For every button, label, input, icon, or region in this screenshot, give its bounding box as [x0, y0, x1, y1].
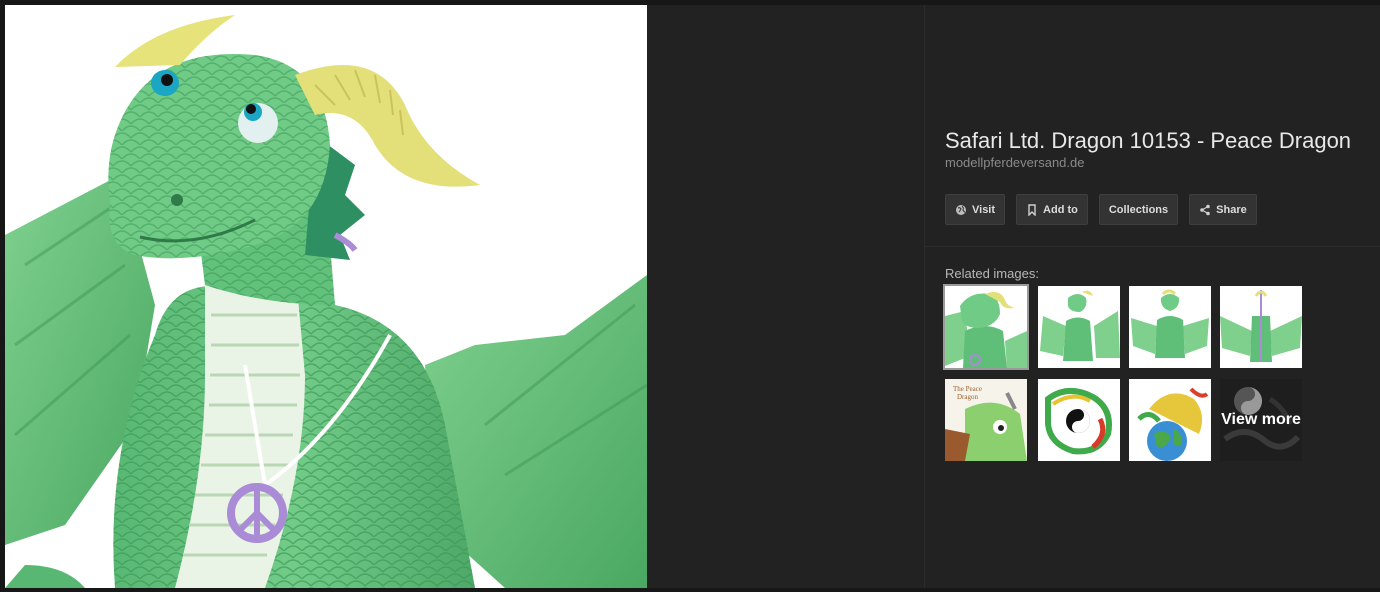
related-thumb-4[interactable] — [1220, 286, 1302, 368]
share-label: Share — [1216, 203, 1247, 216]
action-buttons: Visit Add to Collections Share — [945, 194, 1257, 225]
view-more-label: View more — [1221, 411, 1301, 428]
svg-text:Dragon: Dragon — [957, 393, 978, 401]
globe-icon — [955, 204, 967, 216]
dragon-thumbnail — [1038, 286, 1120, 368]
image-title[interactable]: Safari Ltd. Dragon 10153 - Peace Dragon — [945, 128, 1351, 154]
svg-text:The Peace: The Peace — [953, 385, 982, 393]
bookmark-icon — [1026, 203, 1038, 216]
related-thumb-6[interactable] — [1038, 379, 1120, 461]
dragon-thumbnail: The Peace Dragon — [945, 379, 1027, 461]
dragon-thumbnail — [1038, 379, 1120, 461]
info-panel: Safari Ltd. Dragon 10153 - Peace Dragon … — [925, 5, 1380, 588]
view-more-button[interactable]: View more — [1220, 379, 1302, 461]
visit-button[interactable]: Visit — [945, 194, 1006, 225]
related-images-label: Related images: — [945, 266, 1039, 281]
section-divider — [925, 246, 1380, 247]
add-to-label: Add to — [1043, 203, 1078, 216]
dragon-thumbnail — [1129, 286, 1211, 368]
share-icon — [1199, 204, 1211, 216]
related-thumb-1[interactable] — [943, 284, 1029, 370]
main-preview-image[interactable] — [5, 5, 647, 588]
related-thumb-3[interactable] — [1129, 286, 1211, 368]
related-thumb-2[interactable] — [1038, 286, 1120, 368]
collections-label: Collections — [1108, 203, 1169, 216]
visit-label: Visit — [972, 203, 996, 216]
dragon-figurine-image — [5, 5, 647, 588]
add-to-button[interactable]: Add to — [1016, 194, 1088, 225]
dragon-thumbnail — [1129, 379, 1211, 461]
dragon-thumbnail — [1220, 286, 1302, 368]
collections-button[interactable]: Collections — [1098, 194, 1179, 225]
related-thumb-7[interactable] — [1129, 379, 1211, 461]
related-thumb-5[interactable]: The Peace Dragon — [945, 379, 1027, 461]
share-button[interactable]: Share — [1189, 194, 1257, 225]
source-domain[interactable]: modellpferdeversand.de — [945, 155, 1084, 170]
bottom-frame — [0, 588, 1380, 592]
dragon-thumbnail — [945, 286, 1027, 368]
